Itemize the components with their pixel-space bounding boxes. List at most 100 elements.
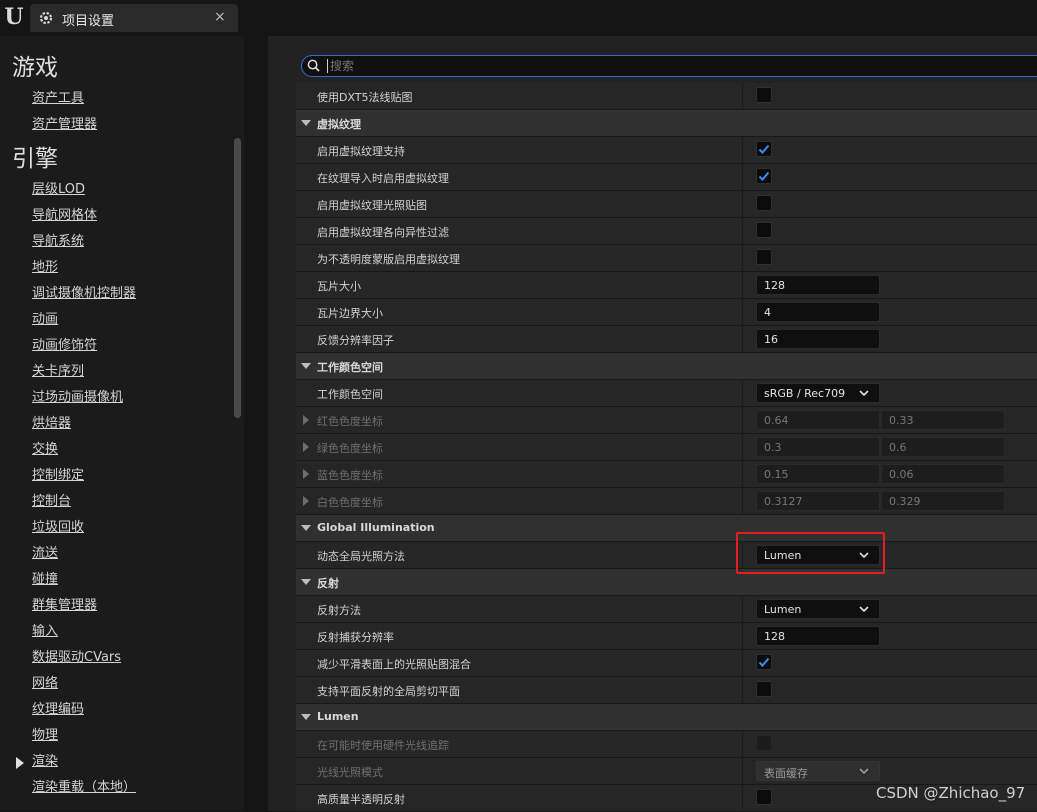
dropdown-value: sRGB / Rec709 xyxy=(764,387,846,400)
column-divider xyxy=(742,461,743,487)
property-row: 在纹理导入时启用虚拟纹理 xyxy=(296,164,1037,191)
number-input[interactable]: 4 xyxy=(756,302,880,322)
sidebar-item[interactable]: 调试摄像机控制器 xyxy=(32,282,136,301)
sidebar-item[interactable]: 控制绑定 xyxy=(32,464,84,483)
column-divider xyxy=(742,164,743,190)
property-label: 在可能时使用硬件光线追踪 xyxy=(317,739,449,752)
property-label: 反射捕获分辨率 xyxy=(317,631,394,644)
sidebar-item[interactable]: 渲染重载（本地） xyxy=(32,776,136,795)
sidebar-item[interactable]: 动画修饰符 xyxy=(32,334,97,353)
chevron-down-icon xyxy=(859,390,869,397)
number-input: 0.15 xyxy=(756,464,880,484)
property-row: 启用虚拟纹理光照贴图 xyxy=(296,191,1037,218)
sidebar-item[interactable]: 资产管理器 xyxy=(32,113,97,132)
property-checkbox[interactable] xyxy=(756,249,772,265)
property-label: 工作颜色空间 xyxy=(317,388,383,401)
sidebar-item[interactable]: 地形 xyxy=(32,256,58,275)
number-value: 4 xyxy=(764,306,771,319)
property-label: 虚拟纹理 xyxy=(317,118,361,131)
section-header[interactable]: Global Illumination xyxy=(296,515,1037,542)
property-checkbox[interactable] xyxy=(756,681,772,697)
sidebar-item[interactable]: 垃圾回收 xyxy=(32,516,84,535)
sidebar-item[interactable]: 纹理编码 xyxy=(32,698,84,717)
sidebar-splitter[interactable] xyxy=(244,36,268,811)
expand-arrow-icon[interactable] xyxy=(301,363,311,369)
sidebar-item[interactable]: 交换 xyxy=(32,438,58,457)
column-divider xyxy=(742,596,743,622)
number-value: 0.15 xyxy=(764,468,789,481)
number-input: 0.06 xyxy=(881,464,1005,484)
number-input[interactable]: 16 xyxy=(756,329,880,349)
column-divider xyxy=(742,272,743,298)
property-checkbox[interactable] xyxy=(756,168,772,184)
expand-arrow-icon[interactable] xyxy=(301,714,311,720)
sidebar-item[interactable]: 数据驱动CVars xyxy=(32,646,121,665)
property-label: 光线光照模式 xyxy=(317,766,383,779)
sidebar-item[interactable]: 碰撞 xyxy=(32,568,58,587)
number-input[interactable]: 128 xyxy=(756,275,880,295)
property-row: 使用DXT5法线贴图 xyxy=(296,83,1037,110)
sidebar-item[interactable]: 层级LOD xyxy=(32,178,85,197)
sidebar-item[interactable]: 渲染 xyxy=(32,750,58,769)
sidebar-item[interactable]: 控制台 xyxy=(32,490,71,509)
collapsed-arrow-icon[interactable] xyxy=(303,496,309,506)
dropdown-select[interactable]: 表面缓存 xyxy=(756,761,880,781)
section-header[interactable]: 虚拟纹理 xyxy=(296,110,1037,137)
sidebar-scrollbar[interactable] xyxy=(234,138,241,418)
property-row: 瓦片边界大小 4 xyxy=(296,299,1037,326)
sidebar-item[interactable]: 流送 xyxy=(32,542,58,561)
collapsed-arrow-icon[interactable] xyxy=(303,469,309,479)
expand-arrow-icon[interactable] xyxy=(301,579,311,585)
section-header[interactable]: 工作颜色空间 xyxy=(296,353,1037,380)
property-checkbox[interactable] xyxy=(756,789,772,805)
property-row[interactable]: 蓝色色度坐标 0.15 0.06 xyxy=(296,461,1037,488)
property-checkbox[interactable] xyxy=(756,654,772,670)
collapsed-arrow-icon[interactable] xyxy=(303,442,309,452)
dropdown-select[interactable]: Lumen xyxy=(756,599,880,619)
property-row[interactable]: 绿色色度坐标 0.3 0.6 xyxy=(296,434,1037,461)
property-label: 减少平滑表面上的光照贴图混合 xyxy=(317,658,471,671)
property-row: 启用虚拟纹理各向异性过滤 xyxy=(296,218,1037,245)
sidebar-item[interactable]: 导航系统 xyxy=(32,230,84,249)
section-header[interactable]: 反射 xyxy=(296,569,1037,596)
property-label: 启用虚拟纹理支持 xyxy=(317,145,405,158)
expand-arrow-icon[interactable] xyxy=(301,120,311,126)
collapsed-arrow-icon[interactable] xyxy=(303,415,309,425)
number-value: 0.3127 xyxy=(764,495,803,508)
sidebar-item[interactable]: 群集管理器 xyxy=(32,594,97,613)
sidebar-item[interactable]: 过场动画摄像机 xyxy=(32,386,123,405)
sidebar-item[interactable]: 资产工具 xyxy=(32,87,84,106)
number-value: 16 xyxy=(764,333,778,346)
property-label: 瓦片大小 xyxy=(317,280,361,293)
sidebar-item[interactable]: 烘焙器 xyxy=(32,412,71,431)
sidebar-item[interactable]: 关卡序列 xyxy=(32,360,84,379)
property-row: 减少平滑表面上的光照贴图混合 xyxy=(296,650,1037,677)
property-row: 动态全局光照方法 Lumen xyxy=(296,542,1037,569)
project-settings-tab[interactable]: 项目设置 × xyxy=(30,4,238,32)
sidebar-item[interactable]: 动画 xyxy=(32,308,58,327)
number-value: 0.64 xyxy=(764,414,789,427)
property-row[interactable]: 红色色度坐标 0.64 0.33 xyxy=(296,407,1037,434)
sidebar-item[interactable]: 网络 xyxy=(32,672,58,691)
property-row: 为不透明度蒙版启用虚拟纹理 xyxy=(296,245,1037,272)
property-row[interactable]: 白色色度坐标 0.3127 0.329 xyxy=(296,488,1037,515)
property-checkbox[interactable] xyxy=(756,735,772,751)
expand-arrow-icon[interactable] xyxy=(301,525,311,531)
sidebar-item[interactable]: 导航网格体 xyxy=(32,204,97,223)
search-box[interactable] xyxy=(301,55,1037,77)
search-icon xyxy=(307,59,320,72)
sidebar-item[interactable]: 输入 xyxy=(32,620,58,639)
close-icon[interactable]: × xyxy=(214,9,226,25)
number-input: 0.329 xyxy=(881,491,1005,511)
column-divider xyxy=(742,623,743,649)
property-checkbox[interactable] xyxy=(756,87,772,103)
property-checkbox[interactable] xyxy=(756,141,772,157)
column-divider xyxy=(742,785,743,811)
property-checkbox[interactable] xyxy=(756,195,772,211)
search-input[interactable] xyxy=(330,56,1030,76)
dropdown-select[interactable]: sRGB / Rec709 xyxy=(756,383,880,403)
sidebar-item[interactable]: 物理 xyxy=(32,724,58,743)
property-checkbox[interactable] xyxy=(756,222,772,238)
section-header[interactable]: Lumen xyxy=(296,704,1037,731)
number-input[interactable]: 128 xyxy=(756,626,880,646)
